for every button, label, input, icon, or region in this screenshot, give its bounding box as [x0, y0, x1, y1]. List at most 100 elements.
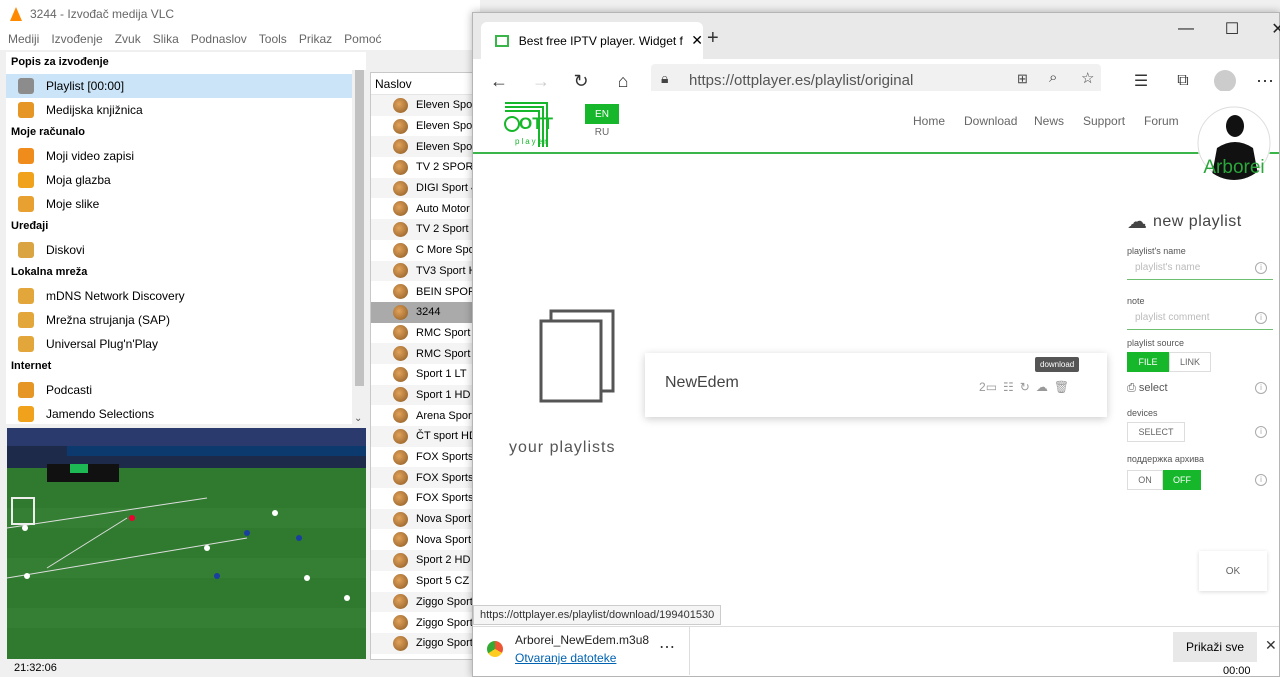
name-field[interactable]: playlist's name i [1127, 256, 1273, 280]
playlist-row[interactable]: Sport 1 LT [371, 364, 473, 385]
open-file-link[interactable]: Otvaranje datoteke [515, 651, 616, 665]
playlist-row[interactable]: Nova Sport 2 [371, 529, 473, 550]
home-icon[interactable]: ⌂ [611, 69, 635, 93]
playlist-row[interactable]: RMC Sport 2 [371, 323, 473, 344]
playlist-row[interactable]: Sport 1 HD LT [371, 384, 473, 406]
profile-icon[interactable] [1213, 69, 1237, 93]
forward-icon[interactable]: → [529, 69, 553, 93]
sidebar-item[interactable]: Moje slike [6, 192, 366, 216]
show-all-button[interactable]: Prikaži sve [1173, 632, 1257, 662]
chevron-down-icon[interactable]: ⌄ [354, 413, 362, 424]
sidebar-item[interactable]: Diskovi [6, 238, 366, 262]
scrollbar-thumb[interactable] [355, 70, 364, 386]
refresh-icon[interactable]: ↻ [569, 69, 593, 93]
info-icon[interactable]: i [1255, 382, 1267, 394]
favorite-star-icon[interactable]: ☆ [1081, 69, 1094, 87]
sidebar-item[interactable]: Mrežna strujanja (SAP) [6, 308, 366, 332]
sidebar-item[interactable]: Universal Plug'n'Play [6, 332, 366, 356]
playlist-row[interactable]: Ziggo Sport 2 [371, 612, 473, 633]
playlist-row[interactable]: Eleven Sports [371, 95, 473, 116]
archive-off-button[interactable]: OFF [1163, 470, 1201, 490]
menu-item[interactable]: Podnaslov [191, 32, 247, 46]
sidebar-item[interactable]: Jamendo Selections [6, 402, 366, 426]
menu-item[interactable]: Tools [259, 32, 287, 46]
back-icon[interactable]: ← [487, 69, 511, 93]
playlist-row[interactable]: Eleven Sports [371, 116, 473, 137]
playlist-row[interactable]: Auto Motor Sport [371, 198, 473, 219]
sidebar-item[interactable]: Playlist [00:00] [6, 74, 366, 98]
source-file-button[interactable]: FILE [1127, 352, 1169, 372]
lang-en-button[interactable]: EN [585, 104, 619, 124]
nav-download[interactable]: Download [964, 114, 1017, 128]
download-more-icon[interactable]: ⋯ [659, 637, 675, 657]
close-window-icon[interactable]: ✕ [1255, 13, 1280, 45]
playlist-row[interactable]: RMC Sport 3 [371, 343, 473, 364]
menu-item[interactable]: Prikaz [299, 32, 332, 46]
menu-item[interactable]: Pomoć [344, 32, 381, 46]
menu-item[interactable]: Mediji [8, 32, 39, 46]
playlist-row[interactable]: DIGI Sport 4 [371, 177, 473, 199]
playlist-row[interactable]: BEIN SPORTS [371, 281, 473, 302]
sidebar-item[interactable]: Medijska knjižnica [6, 98, 366, 122]
translate-icon[interactable]: ⊞ [1017, 71, 1028, 87]
menu-item[interactable]: Zvuk [115, 32, 141, 46]
nav-forum[interactable]: Forum [1144, 114, 1179, 128]
playlist-row[interactable]: FOX Sports 2 [371, 467, 473, 489]
zoom-icon[interactable]: ⌕ [1049, 69, 1057, 86]
collections-icon[interactable]: ⧉ [1171, 69, 1195, 93]
playlist-name[interactable]: NewEdem [665, 374, 739, 392]
nav-support[interactable]: Support [1083, 114, 1125, 128]
sidebar-item[interactable]: Podcasti [6, 378, 366, 402]
playlist-row[interactable]: TV 2 SPORT [371, 157, 473, 178]
select-file-link[interactable]: select [1139, 382, 1168, 394]
refresh-playlist-icon[interactable]: ↻ [1020, 380, 1030, 394]
note-field[interactable]: playlist comment i [1127, 306, 1273, 330]
download-cloud-icon[interactable]: ☁ [1036, 380, 1048, 394]
playlist-row[interactable]: ČT sport HD [371, 426, 473, 447]
browser-tab[interactable]: Best free IPTV player. Widget for ✕ [481, 22, 703, 59]
close-download-bar-icon[interactable]: ✕ [1265, 637, 1277, 654]
playlist-column-header[interactable]: Naslov [371, 73, 473, 95]
download-filename[interactable]: Arborei_NewEdem.m3u8 [515, 633, 649, 647]
info-icon[interactable]: i [1255, 426, 1267, 438]
info-icon[interactable]: i [1255, 474, 1267, 486]
playlist-row[interactable]: Sport 2 HD CZ [371, 550, 473, 571]
playlist-row[interactable]: Nova Sport [371, 508, 473, 530]
playlist-row[interactable]: FOX Sports [371, 447, 473, 468]
devices-select-button[interactable]: SELECT [1127, 422, 1185, 442]
video-output[interactable] [7, 428, 366, 659]
more-icon[interactable]: ⋯ [1253, 69, 1277, 93]
nav-news[interactable]: News [1034, 114, 1064, 128]
playlist-row[interactable]: C More Sport [371, 240, 473, 261]
playlist-row[interactable]: TV3 Sport HD [371, 260, 473, 282]
sidebar-item[interactable]: Moja glazba [6, 168, 366, 192]
username[interactable]: Arborei [1189, 157, 1279, 179]
nav-home[interactable]: Home [913, 114, 945, 128]
lang-ru-link[interactable]: RU [585, 127, 619, 141]
archive-on-button[interactable]: ON [1127, 470, 1163, 490]
menu-item[interactable]: Izvođenje [51, 32, 102, 46]
playlist-row[interactable]: TV 2 Sport 2 [371, 219, 473, 240]
ok-button[interactable]: OK [1199, 551, 1267, 591]
playlist-row[interactable]: Ziggo Sport 3 [371, 632, 473, 654]
minimize-icon[interactable]: — [1163, 13, 1209, 45]
menu-item[interactable]: Slika [153, 32, 179, 46]
sidebar-item[interactable]: mDNS Network Discovery [6, 284, 366, 308]
info-icon[interactable]: i [1255, 312, 1267, 324]
playlist-row[interactable]: FOX Sports 3 [371, 488, 473, 509]
favorites-icon[interactable]: ☰ [1129, 69, 1153, 93]
new-tab-icon[interactable]: + [707, 27, 719, 50]
info-icon[interactable]: i [1255, 262, 1267, 274]
playlist-row[interactable]: Eleven Sports [371, 136, 473, 158]
playlist-row[interactable]: Ziggo Sport [371, 591, 473, 613]
device-icon[interactable]: ▭ [986, 380, 997, 394]
trash-icon[interactable]: 🗑︎ [1054, 380, 1069, 394]
settings-sliders-icon[interactable]: ☷ [1003, 380, 1014, 394]
maximize-icon[interactable]: ☐ [1209, 13, 1255, 45]
playlist-row[interactable]: Sport 5 CZ [371, 571, 473, 592]
playlist-row[interactable]: 3244 [371, 301, 473, 323]
sidebar-scrollbar[interactable]: ⌄ [352, 70, 366, 424]
sidebar-item[interactable]: Moji video zapisi [6, 144, 366, 168]
source-link-button[interactable]: LINK [1169, 352, 1211, 372]
playlist-row[interactable]: Arena Sport [371, 405, 473, 426]
